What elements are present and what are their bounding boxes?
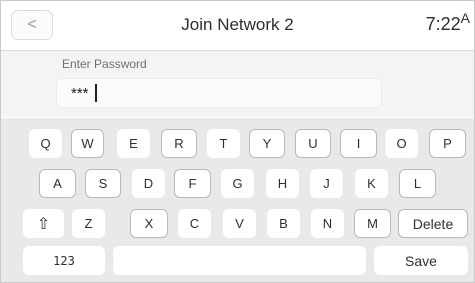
space-key[interactable]	[113, 246, 366, 275]
save-key[interactable]: Save	[374, 246, 468, 275]
key-s[interactable]: S	[85, 169, 121, 198]
password-field[interactable]: ***	[56, 78, 382, 108]
password-panel: Enter Password ***	[1, 51, 474, 117]
key-w[interactable]: W	[71, 129, 104, 158]
text-caret	[94, 84, 97, 102]
key-b[interactable]: B	[267, 209, 300, 238]
key-n[interactable]: N	[311, 209, 344, 238]
key-i[interactable]: I	[340, 129, 377, 158]
key-j[interactable]: J	[310, 169, 343, 198]
key-o[interactable]: O	[385, 129, 418, 158]
key-t[interactable]: T	[207, 129, 240, 158]
header-bar: < Join Network 2 7:22A	[1, 1, 474, 51]
clock-time: 7:22	[425, 14, 461, 34]
key-k[interactable]: K	[355, 169, 388, 198]
key-g[interactable]: G	[221, 169, 254, 198]
password-label: Enter Password	[62, 57, 147, 71]
on-screen-keyboard: Q W E R T Y U I O P A S D F G H J K L ⇧ …	[1, 118, 474, 282]
delete-key[interactable]: Delete	[398, 209, 468, 238]
password-masked-value: ***	[71, 84, 89, 102]
page-title: Join Network 2	[181, 15, 294, 34]
key-z[interactable]: Z	[72, 209, 105, 238]
key-h[interactable]: H	[266, 169, 299, 198]
key-y[interactable]: Y	[249, 129, 285, 158]
shift-arrow-icon: ⇧	[36, 215, 51, 233]
key-p[interactable]: P	[429, 129, 466, 158]
shift-key[interactable]: ⇧	[23, 209, 64, 238]
key-c[interactable]: C	[178, 209, 211, 238]
key-m[interactable]: M	[354, 209, 391, 238]
join-network-screen: < Join Network 2 7:22A Enter Password **…	[0, 0, 475, 283]
key-q[interactable]: Q	[29, 129, 62, 158]
key-f[interactable]: F	[174, 169, 211, 198]
key-l[interactable]: L	[399, 169, 436, 198]
key-r[interactable]: R	[161, 129, 197, 158]
clock: 7:22A	[425, 11, 470, 35]
key-a[interactable]: A	[39, 169, 76, 198]
key-u[interactable]: U	[295, 129, 331, 158]
clock-suffix: A	[460, 10, 470, 26]
key-v[interactable]: V	[223, 209, 256, 238]
key-x[interactable]: X	[130, 209, 168, 238]
key-d[interactable]: D	[132, 169, 165, 198]
numbers-key[interactable]: 123	[23, 246, 105, 275]
key-e[interactable]: E	[117, 129, 150, 158]
